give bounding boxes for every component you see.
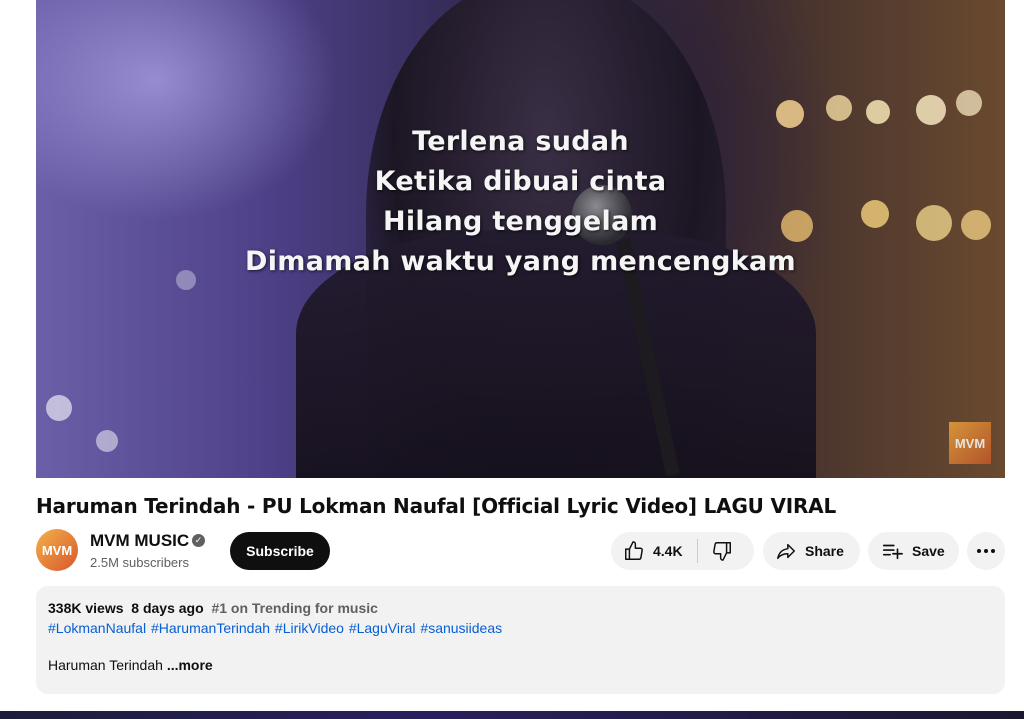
more-horizontal-icon xyxy=(977,549,995,553)
upload-date: 8 days ago xyxy=(131,600,204,616)
hashtag-list: #LokmanNaufal #HarumanTerindah #LirikVid… xyxy=(48,620,993,636)
like-button[interactable]: 4.4K xyxy=(611,532,697,570)
bokeh-light xyxy=(96,430,118,452)
video-title: Haruman Terindah - PU Lokman Naufal [Off… xyxy=(36,494,837,518)
share-label: Share xyxy=(805,543,844,559)
lyric-line: Hilang tenggelam xyxy=(382,206,659,237)
hashtag-link[interactable]: #LirikVideo xyxy=(275,620,344,636)
channel-name[interactable]: MVM MUSIC xyxy=(90,531,189,551)
show-more-link[interactable]: ...more xyxy=(167,657,213,673)
more-actions-button[interactable] xyxy=(967,532,1005,570)
video-meta: 338K views 8 days ago #1 on Trending for… xyxy=(48,600,993,616)
share-icon xyxy=(777,543,795,560)
lyric-line: Dimamah waktu yang mencengkam xyxy=(245,246,796,277)
hashtag-link[interactable]: #sanusiideas xyxy=(420,620,502,636)
verified-check-icon: ✓ xyxy=(192,534,205,547)
description-box[interactable]: 338K views 8 days ago #1 on Trending for… xyxy=(36,586,1005,694)
channel-watermark[interactable]: MVM xyxy=(949,422,991,464)
hashtag-link[interactable]: #LokmanNaufal xyxy=(48,620,146,636)
lyric-line: Terlena sudah xyxy=(412,126,629,157)
subscriber-count: 2.5M subscribers xyxy=(90,555,189,570)
description-snippet: Haruman Terindah xyxy=(48,657,163,673)
save-button[interactable]: Save xyxy=(868,532,959,570)
bottom-edge-bar xyxy=(0,711,1024,719)
dislike-button[interactable] xyxy=(698,532,733,570)
channel-avatar[interactable]: MVM xyxy=(36,529,78,571)
save-label: Save xyxy=(912,543,945,559)
bokeh-light xyxy=(826,95,852,121)
lyric-line: Ketika dibuai cinta xyxy=(374,166,667,197)
bokeh-light xyxy=(866,100,890,124)
thumbs-down-icon xyxy=(712,542,731,561)
thumbs-up-icon xyxy=(625,541,643,560)
share-button[interactable]: Share xyxy=(763,532,860,570)
lyrics-overlay: Terlena sudah Ketika dibuai cinta Hilang… xyxy=(36,122,1005,282)
like-dislike-group: 4.4K xyxy=(611,532,754,570)
bokeh-light xyxy=(956,90,982,116)
bokeh-light xyxy=(916,95,946,125)
hashtag-link[interactable]: #HarumanTerindah xyxy=(151,620,270,636)
video-player[interactable]: Terlena sudah Ketika dibuai cinta Hilang… xyxy=(36,0,1005,478)
view-count: 338K views xyxy=(48,600,124,616)
like-count: 4.4K xyxy=(653,543,683,559)
playlist-add-icon xyxy=(882,544,903,560)
subscribe-button[interactable]: Subscribe xyxy=(230,532,330,570)
bokeh-light xyxy=(46,395,72,421)
description-text: Haruman Terindah ...more xyxy=(48,657,993,673)
watch-page: Terlena sudah Ketika dibuai cinta Hilang… xyxy=(0,0,1024,719)
hashtag-link[interactable]: #LaguViral xyxy=(349,620,416,636)
trending-badge[interactable]: #1 on Trending for music xyxy=(211,600,377,616)
